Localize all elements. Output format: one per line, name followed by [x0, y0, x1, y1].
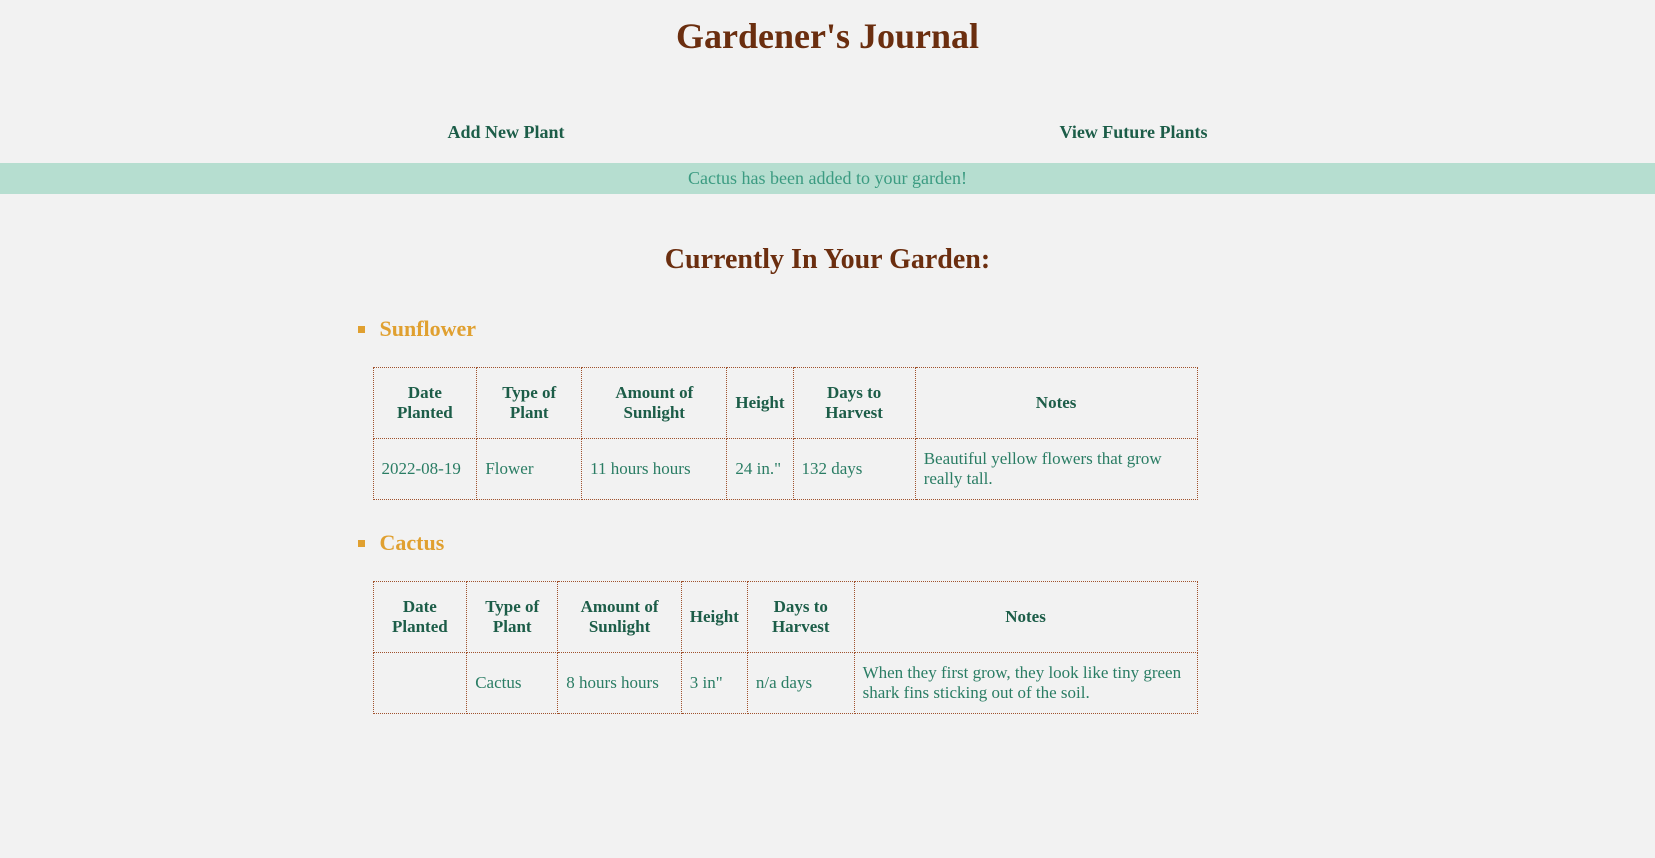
th-notes: Notes: [854, 582, 1197, 653]
plant-table: Date Planted Type of Plant Amount of Sun…: [373, 581, 1198, 714]
td-days-to-harvest: 132 days: [793, 439, 915, 500]
table-row: Cactus 8 hours hours 3 in" n/a days When…: [373, 653, 1197, 714]
nav-row: Add New Plant View Future Plants: [0, 72, 1655, 163]
td-height: 3 in": [681, 653, 747, 714]
th-height: Height: [727, 368, 793, 439]
th-date-planted: Date Planted: [373, 582, 467, 653]
section-title: Currently In Your Garden:: [0, 194, 1655, 296]
th-type-of-plant: Type of Plant: [477, 368, 582, 439]
td-type-of-plant: Flower: [477, 439, 582, 500]
plant-list: Sunflower Date Planted Type of Plant Amo…: [368, 296, 1288, 764]
bullet-icon: [358, 540, 365, 547]
th-days-to-harvest: Days to Harvest: [793, 368, 915, 439]
bullet-icon: [358, 326, 365, 333]
flash-message: Cactus has been added to your garden!: [0, 163, 1655, 194]
th-type-of-plant: Type of Plant: [467, 582, 558, 653]
plant-name-row: Cactus: [358, 530, 1288, 556]
th-notes: Notes: [915, 368, 1197, 439]
plant-name-row: Sunflower: [358, 316, 1288, 342]
td-notes: Beautiful yellow flowers that grow reall…: [915, 439, 1197, 500]
td-amount-of-sunlight: 11 hours hours: [582, 439, 727, 500]
td-date-planted: [373, 653, 467, 714]
view-future-plants-link[interactable]: View Future Plants: [1059, 122, 1207, 143]
plant-item: Cactus Date Planted Type of Plant Amount…: [368, 530, 1288, 714]
table-header-row: Date Planted Type of Plant Amount of Sun…: [373, 582, 1197, 653]
td-amount-of-sunlight: 8 hours hours: [558, 653, 682, 714]
table-header-row: Date Planted Type of Plant Amount of Sun…: [373, 368, 1197, 439]
plant-item: Sunflower Date Planted Type of Plant Amo…: [368, 316, 1288, 500]
td-days-to-harvest: n/a days: [747, 653, 854, 714]
th-date-planted: Date Planted: [373, 368, 477, 439]
plant-table: Date Planted Type of Plant Amount of Sun…: [373, 367, 1198, 500]
page-title: Gardener's Journal: [0, 0, 1655, 72]
plant-name: Cactus: [380, 530, 445, 556]
th-days-to-harvest: Days to Harvest: [747, 582, 854, 653]
add-new-plant-link[interactable]: Add New Plant: [447, 122, 564, 143]
table-row: 2022-08-19 Flower 11 hours hours 24 in."…: [373, 439, 1197, 500]
th-amount-of-sunlight: Amount of Sunlight: [582, 368, 727, 439]
td-notes: When they first grow, they look like tin…: [854, 653, 1197, 714]
td-height: 24 in.": [727, 439, 793, 500]
th-height: Height: [681, 582, 747, 653]
th-amount-of-sunlight: Amount of Sunlight: [558, 582, 682, 653]
plant-name: Sunflower: [380, 316, 477, 342]
td-type-of-plant: Cactus: [467, 653, 558, 714]
td-date-planted: 2022-08-19: [373, 439, 477, 500]
